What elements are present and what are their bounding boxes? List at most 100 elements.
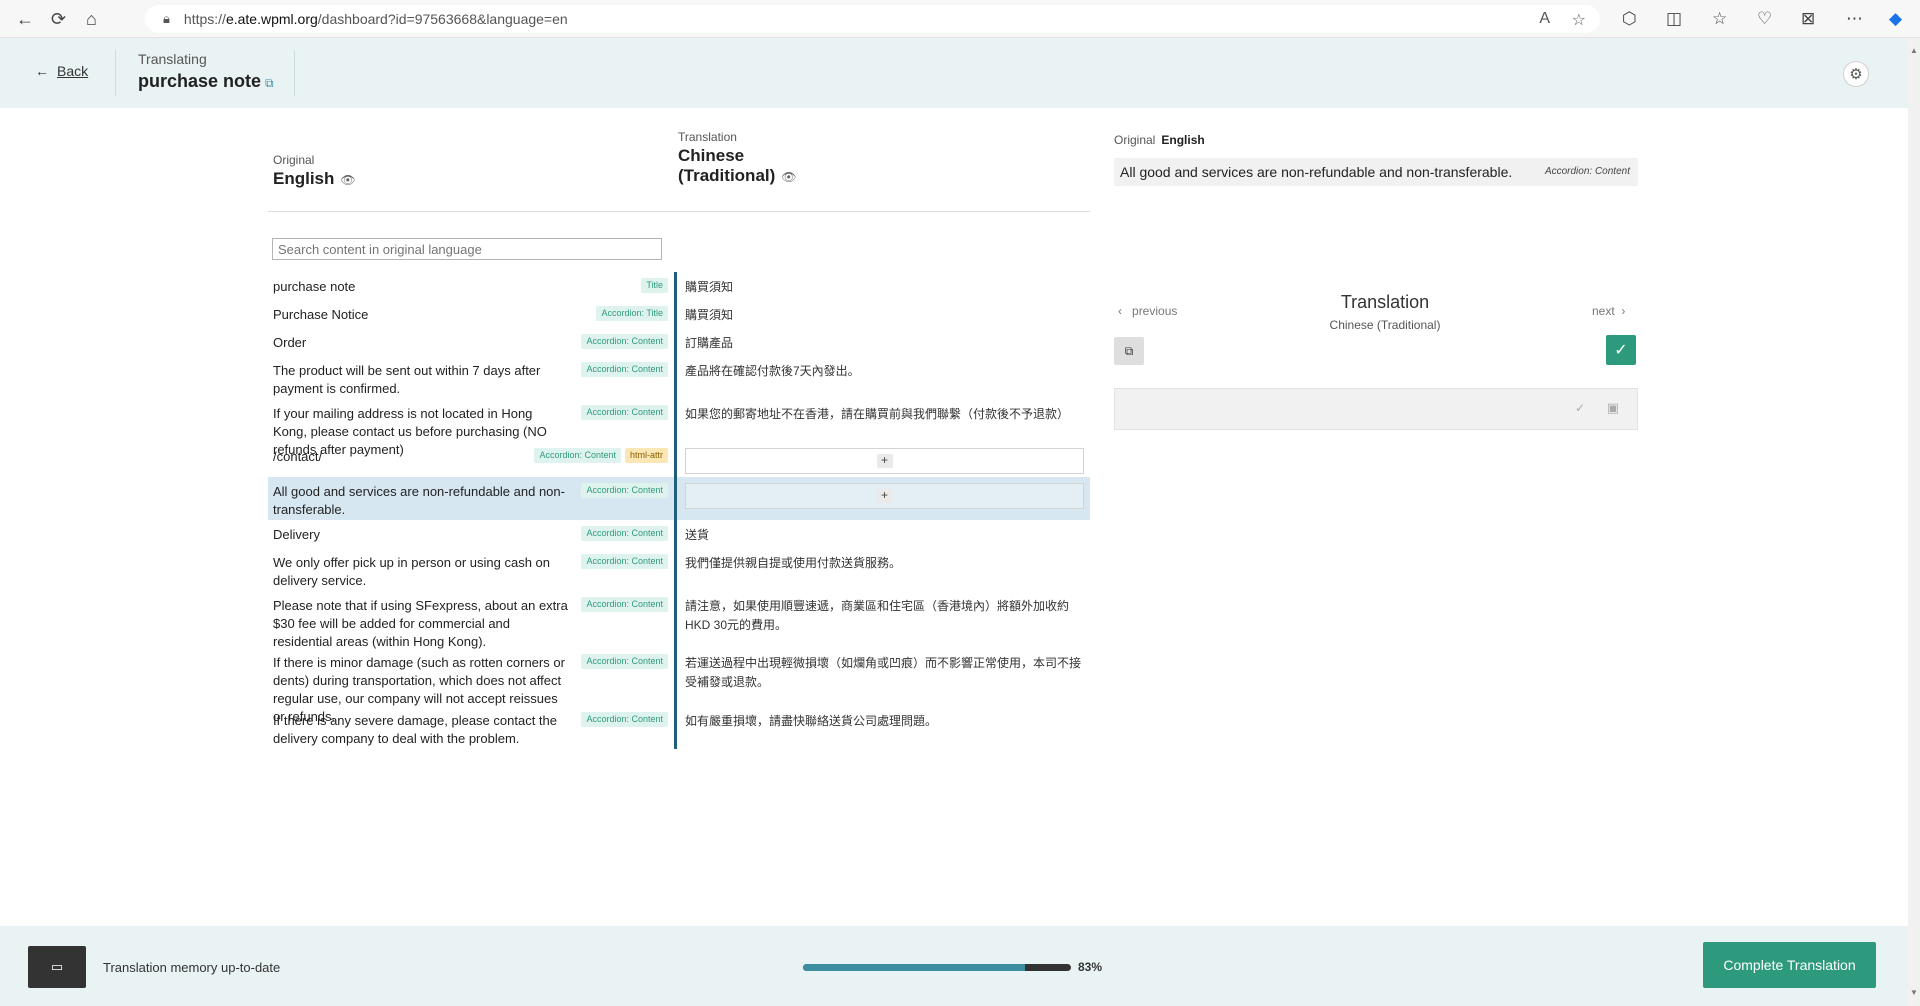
segment-original: /contact/Accordion: Content html-attr — [268, 442, 674, 477]
add-translation-box[interactable]: + — [685, 483, 1084, 509]
segment-tag: Accordion: Content — [581, 712, 668, 727]
segment-row[interactable]: Order Accordion: Content 訂購產品 — [268, 328, 1090, 356]
plus-icon[interactable]: + — [876, 489, 893, 503]
spellcheck-icon[interactable]: ✓ — [1575, 401, 1585, 415]
segment-translation[interactable]: 如有嚴重損壞，請盡快聯絡送貨公司處理問題。 — [677, 706, 1090, 749]
address-bar[interactable]: 🔒︎ https://e.ate.wpml.org/dashboard?id=9… — [145, 5, 1600, 33]
external-link-icon[interactable]: ⧉ — [265, 76, 274, 90]
segment-translation[interactable]: 購買須知 — [677, 300, 1090, 328]
read-aloud-icon[interactable]: A — [1539, 10, 1550, 28]
segment-row[interactable]: purchase note Title 購買須知 — [268, 272, 1090, 300]
home-icon[interactable]: ⌂ — [86, 9, 97, 30]
scroll-down-icon[interactable]: ▼ — [1910, 988, 1918, 997]
segment-tag: Accordion: Content — [581, 554, 668, 569]
segment-original-text: The product will be sent out within 7 da… — [273, 363, 541, 396]
segment-original-text: purchase note — [273, 279, 356, 294]
back-arrow-icon[interactable]: ← — [16, 9, 34, 30]
segment-original: Order Accordion: Content — [268, 328, 674, 356]
copilot-icon[interactable]: ◆ — [1889, 9, 1902, 29]
segment-translation[interactable]: 請注意，如果使用順豐速遞，商業區和住宅區（香港境內）將額外加收約HKD 30元的… — [677, 591, 1090, 648]
segment-translation[interactable]: + — [677, 442, 1090, 477]
plus-icon[interactable]: + — [876, 454, 893, 468]
segment-translation-text: 產品將在確認付款後7天內發出。 — [685, 364, 860, 378]
source-text-box: All good and services are non-refundable… — [1114, 158, 1638, 186]
translation-editor[interactable]: ✓ ▣ — [1114, 388, 1638, 430]
segment-original: Purchase Notice Accordion: Title — [268, 300, 674, 328]
segment-row[interactable]: Please note that if using SFexpress, abo… — [268, 591, 1090, 649]
favorite-star-icon[interactable]: ☆ — [1572, 10, 1586, 30]
segment-row[interactable]: /contact/Accordion: Content html-attr + — [268, 442, 1090, 477]
segment-tag: Accordion: Content — [581, 597, 668, 612]
gear-icon[interactable]: ⚙ — [1843, 61, 1869, 87]
eye-slash-icon[interactable]: 👁︎ — [781, 170, 796, 184]
screenshot-icon[interactable]: ⊠ — [1801, 9, 1815, 29]
editor-footer: ▭ Translation memory up-to-date 83% Comp… — [0, 926, 1908, 1006]
segment-row[interactable]: Purchase Notice Accordion: Title 購買須知 — [268, 300, 1090, 328]
segment-tag: Title — [641, 278, 668, 293]
chevron-left-icon: ‹ — [1118, 304, 1126, 318]
segment-translation[interactable]: 如果您的郵寄地址不在香港，請在購買前與我們聯繫（付款後不予退款） — [677, 399, 1090, 442]
scrollbar[interactable]: ▲ ▼ — [1908, 38, 1920, 1006]
segment-translation-text: 購買須知 — [685, 280, 734, 294]
scroll-up-icon[interactable]: ▲ — [1910, 46, 1918, 55]
save-segment-button[interactable]: ✓ — [1606, 335, 1636, 365]
segment-original: Please note that if using SFexpress, abo… — [268, 591, 674, 649]
chat-button[interactable]: ▭ — [28, 946, 86, 988]
page-title: purchase note ⧉ — [138, 71, 274, 91]
original-language: English — [273, 169, 335, 188]
reload-icon[interactable]: ⟳ — [51, 9, 66, 30]
segment-row[interactable]: Delivery Accordion: Content 送貨 — [268, 520, 1090, 548]
segment-tag: Accordion: Content — [581, 405, 668, 420]
segment-tag: Accordion: Content — [581, 483, 668, 498]
segment-translation[interactable]: 購買須知 — [677, 272, 1090, 300]
glossary-icon[interactable]: ▣ — [1607, 400, 1619, 416]
segment-original-text: Please note that if using SFexpress, abo… — [273, 598, 568, 649]
segment-row[interactable]: If there is any severe damage, please co… — [268, 706, 1090, 749]
extensions-icon[interactable]: ⬡ — [1622, 9, 1637, 29]
add-translation-box[interactable]: + — [685, 448, 1084, 474]
segment-translation-text: 購買須知 — [685, 308, 734, 322]
previous-button[interactable]: ‹ previous — [1118, 304, 1177, 318]
url-text[interactable]: https://e.ate.wpml.org/dashboard?id=9756… — [184, 11, 568, 27]
segment-translation[interactable]: 送貨 — [677, 520, 1090, 548]
translation-language: Chinese — [678, 146, 745, 165]
segment-translation[interactable]: 若運送過程中出現輕微損壞（如爛角或凹痕）而不影響正常使用，本司不接受補發或退款。 — [677, 648, 1090, 706]
back-link[interactable]: ← Back — [35, 63, 88, 79]
panel-title: Translation — [1340, 292, 1430, 312]
segment-row[interactable]: The product will be sent out within 7 da… — [268, 356, 1090, 399]
segment-row[interactable]: If there is minor damage (such as rotten… — [268, 648, 1090, 724]
divider — [115, 50, 116, 96]
copy-icon: ⧉ — [1124, 343, 1134, 358]
segment-row[interactable]: We only offer pick up in person or using… — [268, 548, 1090, 591]
browser-toolbar: ← ⟳ ⌂ 🔒︎ https://e.ate.wpml.org/dashboar… — [0, 0, 1920, 38]
complete-translation-button[interactable]: Complete Translation — [1703, 942, 1876, 988]
segment-translation[interactable]: 我們僅提供親自提或使用付款送貨服務。 — [677, 548, 1090, 591]
panel-subtitle: Chinese (Traditional) — [1329, 318, 1441, 332]
segment-translation-text: 訂購產品 — [685, 336, 734, 350]
progress-fill — [803, 964, 1026, 971]
segment-tag: Accordion: Content — [581, 362, 668, 377]
tm-status: Translation memory up-to-date — [103, 960, 281, 975]
more-menu-icon[interactable]: ⋯ — [1846, 9, 1863, 29]
eye-slash-icon[interactable]: 👁︎ — [340, 173, 355, 187]
segment-translation[interactable]: 訂購產品 — [677, 328, 1090, 356]
next-button[interactable]: next › — [1592, 304, 1625, 318]
copy-original-button[interactable]: ⧉ — [1114, 337, 1144, 365]
segment-original-text: Order — [273, 335, 307, 350]
source-text: All good and services are non-refundable… — [1120, 164, 1513, 180]
search-input[interactable] — [272, 238, 662, 260]
segment-translation-text: 若運送過程中出現輕微損壞（如爛角或凹痕）而不影響正常使用，本司不接受補發或退款。 — [685, 656, 1082, 689]
favorites-icon[interactable]: ☆ — [1712, 9, 1727, 29]
segment-row[interactable]: If your mailing address is not located i… — [268, 399, 1090, 457]
segment-original: Delivery Accordion: Content — [268, 520, 674, 548]
segment-original: All good and services are non-refundable… — [268, 477, 674, 520]
progress-percent: 83% — [1078, 960, 1103, 974]
back-label: Back — [57, 63, 89, 79]
browser-essentials-icon[interactable]: ♡ — [1757, 9, 1772, 29]
segment-original: If there is minor damage (such as rotten… — [268, 648, 674, 724]
segment-translation[interactable]: + — [677, 477, 1090, 520]
segment-tag: Accordion: Title — [596, 306, 668, 321]
split-screen-icon[interactable]: ◫ — [1666, 9, 1682, 29]
segment-translation[interactable]: 產品將在確認付款後7天內發出。 — [677, 356, 1090, 399]
segment-row[interactable]: All good and services are non-refundable… — [268, 477, 1090, 520]
